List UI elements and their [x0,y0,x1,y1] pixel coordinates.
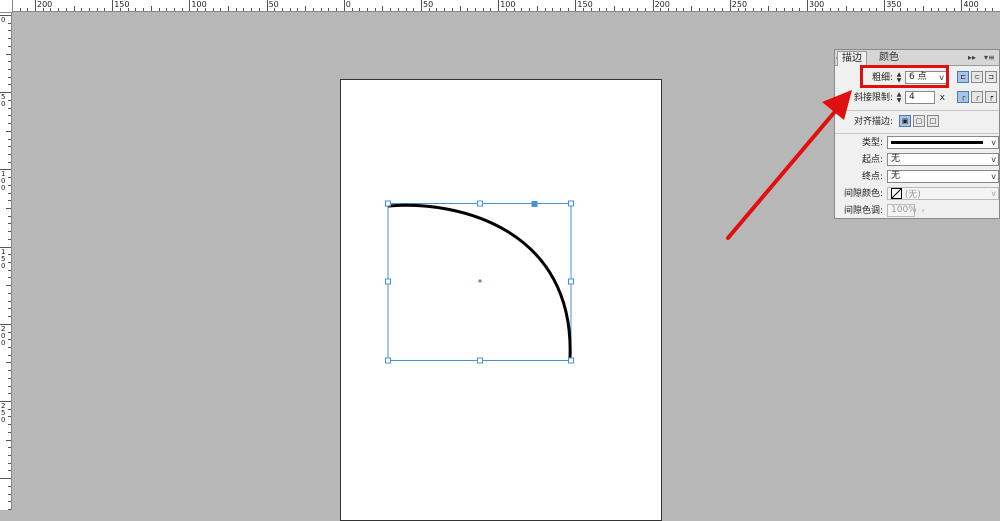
annotation-arrow [726,90,852,240]
